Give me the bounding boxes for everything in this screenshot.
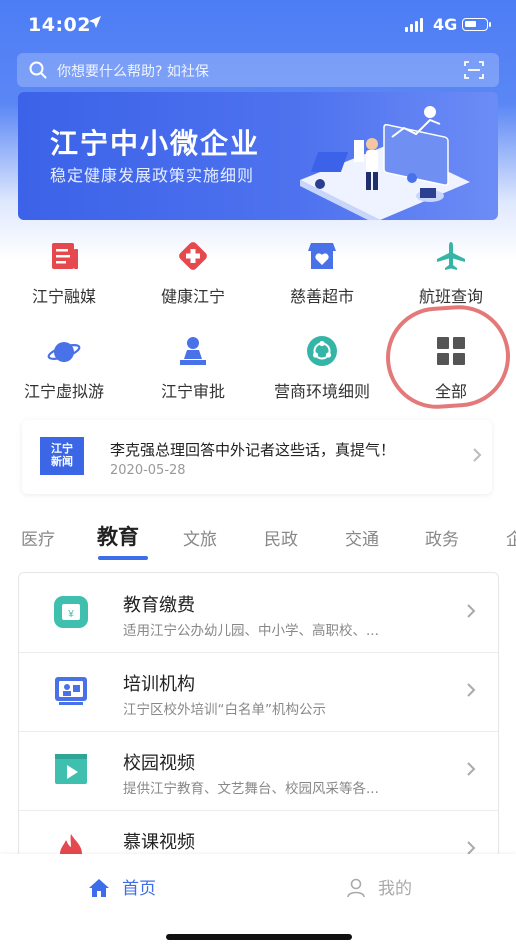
user-icon: [347, 878, 365, 898]
list-item[interactable]: ¥ 教育缴费 适用江宁公办幼儿园、中小学、高职校、...: [19, 573, 498, 653]
service-list: ¥ 教育缴费 适用江宁公办幼儿园、中小学、高职校、... 培训机构 江宁区校外培…: [18, 572, 499, 864]
category-tabs: 医疗 教育 文旅 民政 交通 政务 企: [0, 516, 516, 564]
home-indicator: [166, 934, 352, 940]
video-play-icon: [55, 754, 87, 784]
jiangning-news-logo: 江宁 新闻: [40, 437, 84, 475]
network-label: 4G: [433, 15, 458, 34]
service-label: 江宁审批: [160, 382, 225, 401]
chevron-right-icon: [466, 761, 476, 781]
banner-title: 江宁中小微企业: [50, 127, 261, 160]
search-placeholder[interactable]: 你想要什么帮助? 如社保: [57, 61, 209, 81]
tab-civil-affairs[interactable]: 民政: [264, 525, 298, 550]
status-bar: 14:02 4G: [0, 0, 516, 46]
service-label: 健康江宁: [160, 287, 225, 306]
service-jiangning-media[interactable]: 江宁融媒: [0, 239, 128, 307]
charity-store-icon: [308, 243, 336, 269]
service-charity-store[interactable]: 慈善超市: [258, 239, 386, 307]
service-label: 营商环境细则: [273, 382, 370, 401]
signal-icon: [405, 18, 423, 32]
svg-text:¥: ¥: [67, 609, 74, 620]
service-virtual-tour[interactable]: 江宁虚拟游: [0, 334, 128, 402]
approval-stamp-icon: [180, 337, 206, 365]
location-arrow-icon: [88, 15, 102, 33]
battery-icon: [462, 18, 491, 31]
newspaper-icon: [52, 243, 78, 269]
promo-banner[interactable]: 江宁中小微企业 稳定健康发展政策实施细则: [18, 92, 498, 220]
service-label: 江宁虚拟游: [23, 382, 104, 401]
list-item[interactable]: 校园视频 提供江宁教育、文艺舞台、校园风采等各...: [19, 731, 498, 811]
list-item-title: 培训机构: [123, 674, 195, 695]
home-icon: [89, 879, 109, 897]
service-flight-query[interactable]: 航班查询: [387, 239, 515, 307]
service-health-jiangning[interactable]: 健康江宁: [129, 239, 257, 307]
list-item[interactable]: 培训机构 江宁区校外培训“白名单”机构公示: [19, 652, 498, 732]
chevron-right-icon: [466, 603, 476, 623]
service-business-environment[interactable]: 营商环境细则: [258, 334, 386, 402]
training-institution-icon: [55, 677, 87, 705]
medical-cross-icon: [179, 242, 207, 270]
chevron-right-icon: [472, 447, 482, 467]
news-card[interactable]: 江宁 新闻 李克强总理回答中外记者这些话，真提气！ 2020-05-28: [22, 420, 492, 494]
nav-me[interactable]: 我的: [346, 874, 412, 899]
list-item-subtitle: 适用江宁公办幼儿园、中小学、高职校、...: [123, 623, 379, 639]
search-icon: [29, 61, 47, 83]
banner-subtitle: 稳定健康发展政策实施细则: [50, 166, 255, 185]
cycle-icon: [307, 336, 337, 366]
service-label: 航班查询: [418, 287, 483, 306]
scan-icon[interactable]: [464, 61, 484, 83]
service-approval[interactable]: 江宁审批: [129, 334, 257, 402]
list-item-subtitle: 江宁区校外培训“白名单”机构公示: [123, 702, 326, 718]
news-title: 李克强总理回答中外记者这些话，真提气！: [110, 441, 396, 459]
active-tab-indicator: [98, 556, 148, 560]
airplane-icon: [437, 242, 465, 270]
nav-me-label: 我的: [378, 879, 412, 899]
search-bar[interactable]: 你想要什么帮助? 如社保: [17, 53, 499, 87]
list-item-title: 校园视频: [123, 753, 195, 774]
chevron-right-icon: [466, 682, 476, 702]
service-label: 慈善超市: [289, 287, 354, 306]
news-date: 2020-05-28: [110, 463, 186, 478]
tuition-payment-icon: ¥: [54, 596, 88, 628]
tab-transport[interactable]: 交通: [345, 525, 379, 550]
planet-icon: [47, 342, 81, 362]
nav-home-label: 首页: [122, 879, 156, 899]
nav-home[interactable]: 首页: [88, 874, 156, 899]
tab-medical[interactable]: 医疗: [21, 525, 55, 550]
service-label: 江宁融媒: [31, 287, 96, 306]
tab-education[interactable]: 教育: [97, 521, 139, 551]
news-logo-line: 江宁: [51, 442, 73, 455]
list-item-title: 慕课视频: [123, 832, 195, 853]
tab-culture-tourism[interactable]: 文旅: [183, 525, 217, 550]
status-time: 14:02: [28, 14, 91, 36]
bottom-navigation: 首页 我的: [0, 854, 516, 948]
news-logo-line: 新闻: [51, 455, 73, 468]
tab-enterprise[interactable]: 企: [506, 525, 516, 550]
list-item-title: 教育缴费: [123, 595, 195, 616]
tab-government-affairs[interactable]: 政务: [425, 525, 459, 550]
banner-illustration: [300, 106, 470, 220]
list-item-subtitle: 提供江宁教育、文艺舞台、校园风采等各...: [123, 781, 379, 797]
